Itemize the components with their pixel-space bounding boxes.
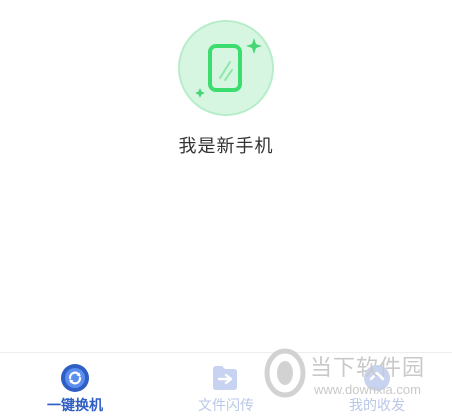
tab-my-transfers[interactable]: 我的收发 [302, 353, 452, 418]
tab-file-transfer[interactable]: 文件闪传 [151, 353, 301, 418]
new-phone-button[interactable] [178, 20, 274, 116]
tab-label: 文件闪传 [198, 398, 254, 414]
new-phone-label: 我是新手机 [178, 136, 274, 157]
tab-one-click-switch[interactable]: 一键换机 [0, 353, 150, 418]
bottom-tab-bar: 一键换机 文件闪传 我的收发 [0, 352, 452, 418]
new-phone-icon [195, 38, 262, 98]
tab-label: 我的收发 [349, 398, 405, 414]
tab-label: 一键换机 [47, 398, 103, 414]
switch-phone-icon [60, 363, 90, 393]
my-transfers-icon [362, 363, 392, 393]
file-transfer-icon [210, 363, 240, 393]
